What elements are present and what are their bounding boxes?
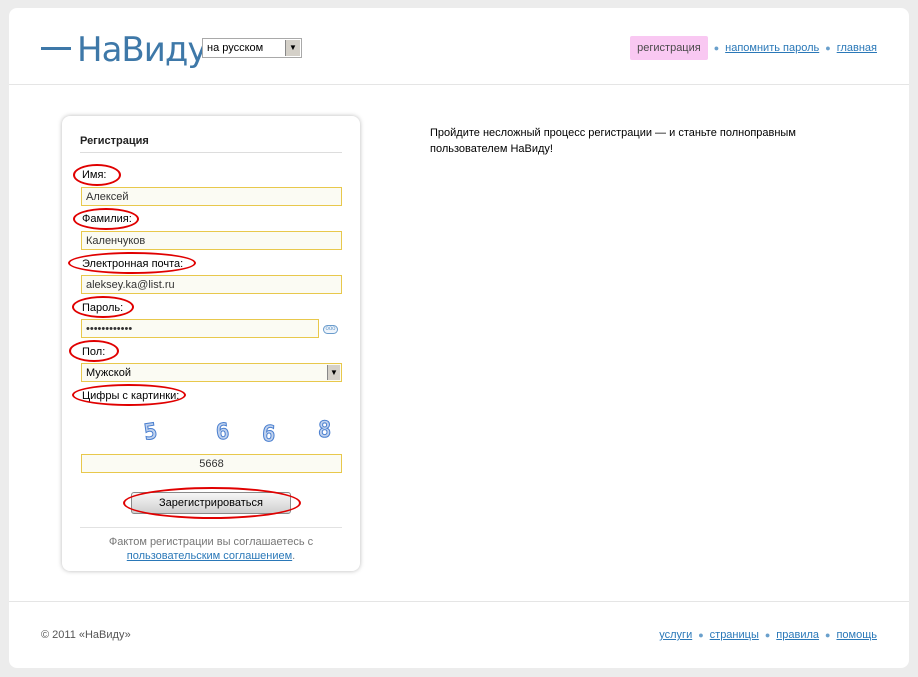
copyright: © 2011 «НаВиду»: [41, 629, 131, 641]
show-password-icon[interactable]: ooo: [323, 325, 338, 334]
header-divider: [9, 84, 909, 85]
captcha-input[interactable]: 5668: [81, 454, 342, 473]
footer-rules-link[interactable]: правила: [776, 629, 819, 641]
agreement-note: Фактом регистрации вы соглашаетесь с пол…: [80, 535, 342, 563]
password-input[interactable]: ••••••••••••: [81, 319, 319, 338]
gender-label: Пол:: [82, 346, 106, 358]
captcha-digit: 6: [214, 419, 231, 446]
top-nav: регистрация ● напомнить пароль ● главная: [630, 36, 877, 60]
agreement-end: .: [292, 550, 296, 562]
email-input[interactable]: aleksey.ka@list.ru: [81, 275, 342, 294]
captcha-digit: 6: [261, 421, 277, 448]
footer-help-link[interactable]: помощь: [836, 629, 877, 641]
nav-bullet-icon: ●: [713, 43, 720, 53]
footer-nav: услуги ● страницы ● правила ● помощь: [659, 629, 877, 641]
intro-text: Пройдите несложный процесс регистрации —…: [430, 127, 796, 155]
captcha-digit: 5: [142, 419, 160, 447]
language-select-value: на русском: [207, 42, 264, 54]
nav-register[interactable]: регистрация: [630, 36, 708, 60]
logo-text: НаВиду: [77, 30, 207, 70]
last-name-input[interactable]: Каленчуков: [81, 231, 342, 250]
captcha-digit: 8: [317, 418, 332, 444]
nav-bullet-icon: ●: [698, 630, 704, 640]
last-name-label: Фамилия:: [82, 213, 132, 225]
chevron-down-icon[interactable]: ▼: [285, 40, 300, 56]
user-agreement-link[interactable]: пользовательским соглашением: [127, 550, 292, 562]
gender-select-value: Мужской: [86, 367, 131, 379]
agreement-divider: [80, 527, 342, 528]
register-submit-button[interactable]: Зарегистрироваться: [131, 492, 291, 514]
footer-services-link[interactable]: услуги: [659, 629, 692, 641]
panel-title: Регистрация: [80, 135, 149, 147]
first-name-input[interactable]: Алексей: [81, 187, 342, 206]
page-container: НаВиду на русском ▼ регистрация ● напомн…: [9, 8, 909, 668]
captcha-label: Цифры с картинки:: [82, 390, 180, 402]
registration-panel: Регистрация Имя: Алексей Фамилия: Каленч…: [62, 116, 360, 571]
nav-bullet-icon: ●: [825, 630, 831, 640]
logo-dash-icon: [41, 47, 71, 50]
nav-home[interactable]: главная: [837, 42, 877, 54]
nav-bullet-icon: ●: [764, 630, 771, 640]
panel-title-divider: [80, 152, 342, 153]
chevron-down-icon[interactable]: ▼: [327, 365, 340, 380]
agreement-text: Фактом регистрации вы соглашаетесь с: [108, 536, 314, 548]
captcha-image: 5 6 6 8: [122, 418, 342, 449]
nav-bullet-icon: ●: [825, 43, 831, 53]
email-label: Электронная почта:: [82, 258, 184, 270]
site-logo[interactable]: НаВиду: [41, 30, 207, 70]
password-label: Пароль:: [82, 302, 124, 314]
language-select[interactable]: на русском ▼: [202, 38, 302, 58]
first-name-label: Имя:: [82, 169, 107, 181]
gender-select[interactable]: Мужской ▼: [81, 363, 342, 382]
footer-divider: [9, 601, 909, 602]
nav-remind-password[interactable]: напомнить пароль: [725, 42, 819, 54]
footer-pages-link[interactable]: страницы: [710, 629, 759, 641]
